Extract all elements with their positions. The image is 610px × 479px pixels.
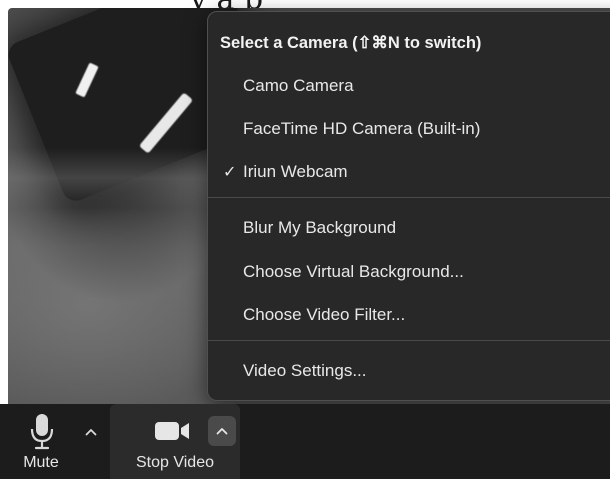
menu-divider [208,197,610,198]
mute-label: Mute [23,454,59,471]
mute-button[interactable]: Mute [0,404,82,479]
menu-item-virtual-background[interactable]: Choose Virtual Background... [243,262,464,282]
zoom-meeting-window: y a p Select a Camera (⇧⌘N to switch) Ca… [0,0,610,479]
chevron-up-icon [85,428,97,436]
video-options-button[interactable] [208,416,236,446]
menu-item-facetime-hd-camera[interactable]: FaceTime HD Camera (Built-in) [243,119,480,139]
menu-divider [208,340,610,341]
menu-item-video-settings[interactable]: Video Settings... [243,361,367,381]
checkmark-icon: ✓ [223,164,237,181]
audio-options-button[interactable] [80,418,102,446]
stop-video-button[interactable]: Stop Video [110,404,240,479]
menu-item-iriun-webcam[interactable]: Iriun Webcam [243,162,348,182]
menu-item-blur-background[interactable]: Blur My Background [243,218,396,238]
stop-video-label: Stop Video [136,454,214,471]
menu-item-video-filter[interactable]: Choose Video Filter... [243,305,405,325]
chevron-up-icon [216,427,228,435]
meeting-toolbar: Mute Stop Video [0,404,610,479]
microphone-icon [30,414,54,450]
menu-header: Select a Camera (⇧⌘N to switch) [220,34,482,52]
menu-item-camo-camera[interactable]: Camo Camera [243,76,354,96]
video-camera-icon [155,420,193,442]
camera-select-menu: Select a Camera (⇧⌘N to switch) Camo Cam… [207,11,610,401]
